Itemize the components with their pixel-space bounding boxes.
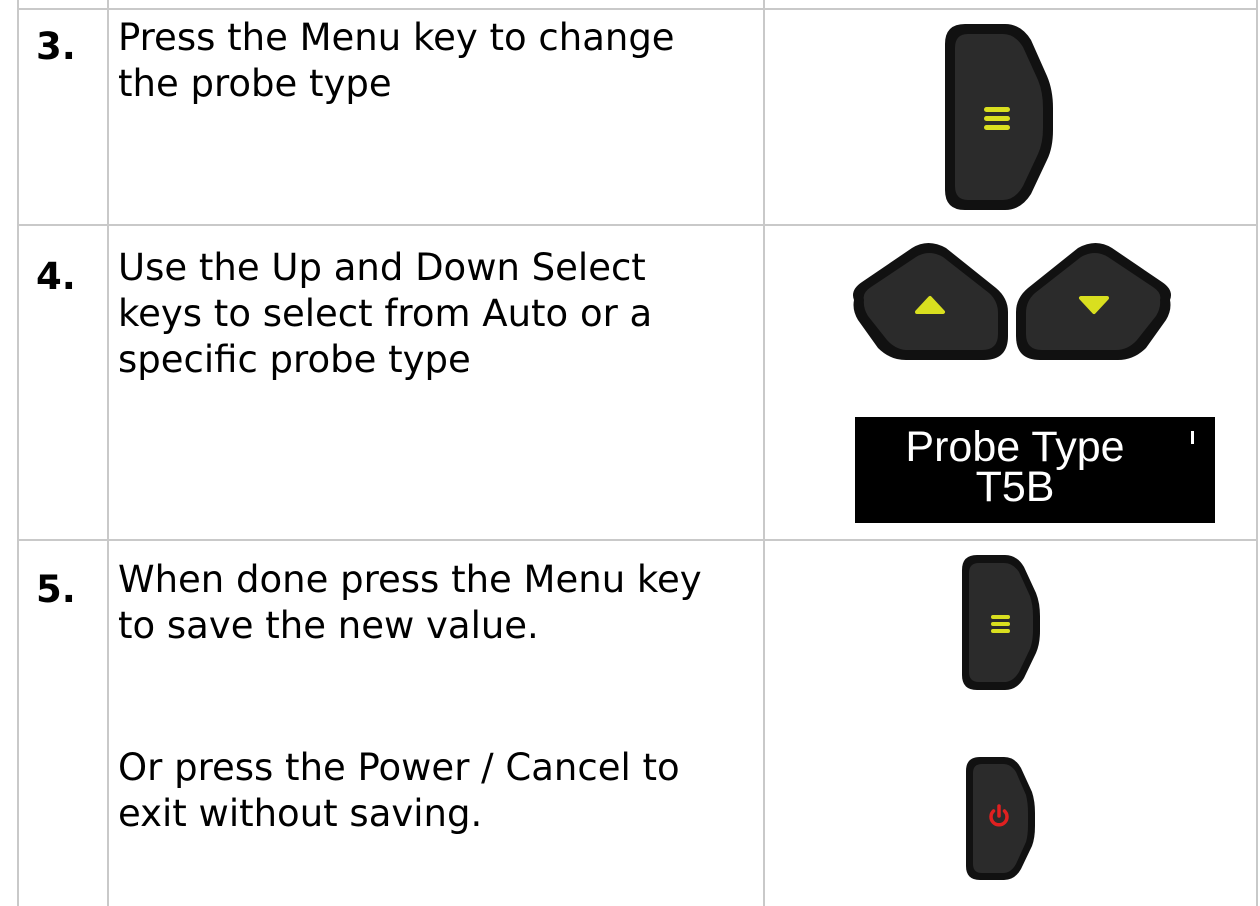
table-right-border: [1256, 0, 1258, 906]
menu-key-icon: [935, 18, 1055, 220]
table-top-border: [17, 8, 1258, 10]
step-instruction-line: to save the new value.: [118, 604, 539, 647]
step-instruction-line: Use the Up and Down Select: [118, 246, 646, 289]
step-number: 5.: [36, 568, 76, 611]
step-instruction: When done press the Menu key to save the…: [118, 557, 738, 649]
display-line-2: T5B: [975, 463, 1055, 511]
table-row-divider: [17, 539, 1258, 541]
table-row-divider: [17, 224, 1258, 226]
down-select-key-icon: [1012, 236, 1178, 370]
step-number: 3.: [36, 25, 76, 68]
step-instruction-line: exit without saving.: [118, 792, 483, 835]
table-column-divider: [763, 0, 765, 906]
step-instruction-line: Press the Menu key to change: [118, 16, 675, 59]
step-instruction: Use the Up and Down Select keys to selec…: [118, 245, 738, 383]
table-column-divider: [107, 0, 109, 906]
power-cancel-key-icon: [960, 753, 1036, 888]
display-indicator: [1191, 431, 1194, 444]
up-select-key-icon: [846, 236, 1012, 370]
step-instruction: Press the Menu key to change the probe t…: [118, 15, 738, 107]
menu-key-icon: [955, 551, 1041, 698]
step-instruction-line: Or press the Power / Cancel to: [118, 746, 680, 789]
step-instruction-line: specific probe type: [118, 338, 471, 381]
step-instruction-line: keys to select from Auto or a: [118, 292, 653, 335]
step-instruction-line: the probe type: [118, 62, 392, 105]
probe-type-display: Probe Type T5B: [855, 417, 1215, 523]
step-alternative-instruction: Or press the Power / Cancel to exit with…: [118, 745, 738, 837]
step-number: 4.: [36, 255, 76, 298]
step-instruction-line: When done press the Menu key: [118, 558, 702, 601]
table-left-border: [17, 0, 19, 906]
